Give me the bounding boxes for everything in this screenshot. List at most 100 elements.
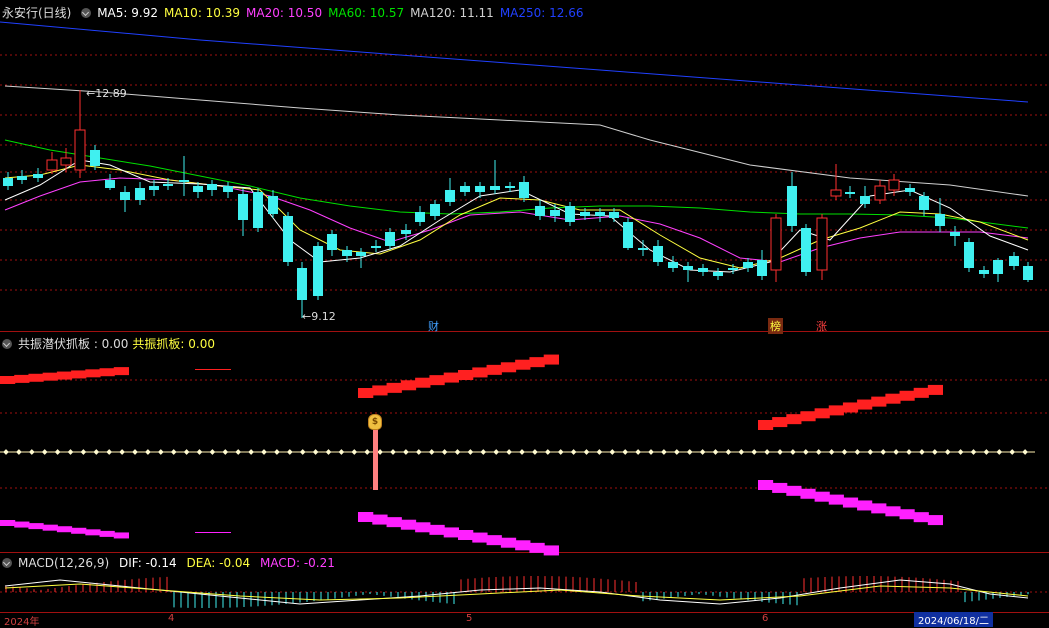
zero-dot	[970, 449, 977, 455]
signal-bar-magenta	[415, 522, 431, 533]
zero-dot	[1022, 449, 1028, 455]
candle-body	[475, 186, 485, 192]
candle-body	[757, 260, 767, 276]
signal-bar-red	[899, 390, 915, 401]
zero-dot	[364, 449, 371, 455]
signal-bar-red	[500, 362, 517, 373]
zero-dot	[170, 449, 177, 455]
signal-bar-magenta	[28, 523, 44, 530]
zero-dot	[867, 449, 874, 455]
zero-dot	[54, 449, 61, 455]
zero-dot	[699, 449, 706, 455]
candle-body	[1009, 256, 1019, 266]
signal-bar-magenta	[857, 500, 873, 511]
signal-bar-magenta	[828, 494, 844, 505]
signal-bar-red	[400, 380, 417, 391]
event-badge-limit-up[interactable]: 涨	[814, 318, 829, 334]
zero-dot	[957, 449, 964, 455]
candle-body	[919, 196, 929, 210]
zero-dot	[622, 449, 629, 455]
signal-bar-magenta	[927, 515, 943, 526]
zero-dot	[609, 449, 616, 455]
signal-bar-magenta	[772, 482, 788, 493]
candle-body	[120, 192, 130, 200]
event-badge-dragon-tiger[interactable]: 榜	[768, 318, 783, 334]
candle-body	[713, 272, 723, 276]
signal-bar-red	[443, 372, 459, 383]
signal-bar-red	[800, 411, 816, 422]
signal-bar-red	[758, 420, 774, 430]
zero-dot	[93, 449, 100, 455]
ma5-line	[4, 159, 1029, 273]
candle-body	[238, 194, 248, 220]
candle-body	[193, 186, 203, 192]
ma250-line	[0, 21, 1029, 103]
ma10-line	[4, 164, 1029, 269]
signal-bar-magenta	[195, 532, 231, 533]
zero-dot	[390, 449, 396, 455]
signal-bar-red	[113, 367, 129, 376]
zero-dot	[570, 449, 577, 455]
candle-body	[519, 182, 529, 198]
signal-bar-red	[871, 396, 887, 407]
candle-body	[888, 179, 900, 191]
zero-dot	[738, 449, 745, 455]
signal-bar-red	[814, 408, 830, 419]
event-badge-finance[interactable]: 财	[426, 318, 441, 334]
zero-dot	[557, 449, 564, 455]
kline-chart-canvas[interactable]	[0, 0, 1049, 620]
signal-bar-magenta	[800, 488, 816, 499]
signal-bar-magenta	[99, 530, 115, 537]
zero-dot	[132, 449, 138, 455]
candle-body	[283, 216, 293, 262]
candle-body	[595, 212, 605, 216]
candle-body	[950, 232, 960, 236]
date-label-year: 2024年	[4, 617, 40, 628]
date-label-month: 6	[762, 613, 769, 624]
candle-body	[580, 212, 590, 216]
zero-dot	[854, 449, 861, 455]
signal-bar-magenta	[842, 497, 859, 508]
zero-dot	[3, 449, 9, 455]
signal-bar-magenta	[472, 532, 488, 543]
signal-bar-magenta	[85, 529, 101, 536]
zero-dot	[712, 449, 719, 455]
candle-body	[770, 217, 782, 271]
candle-body	[297, 268, 307, 300]
candle-body	[623, 222, 633, 248]
candle-body	[993, 260, 1003, 274]
zero-dot	[222, 449, 229, 455]
signal-bar-magenta	[42, 524, 58, 531]
candle-body	[327, 234, 337, 250]
candle-body	[638, 248, 648, 250]
candle-body	[698, 268, 708, 272]
zero-dot	[790, 449, 796, 455]
candle-body	[268, 196, 278, 214]
zero-dot	[67, 449, 74, 455]
signal-bar-magenta	[543, 545, 559, 556]
zero-dot	[931, 449, 938, 455]
zero-dot	[1009, 449, 1016, 455]
candle-body	[313, 246, 323, 296]
signal-bar-red	[543, 354, 559, 365]
candle-body	[905, 188, 915, 192]
zero-dot	[841, 449, 848, 455]
zero-dot	[325, 449, 332, 455]
signal-bar-magenta	[458, 530, 474, 540]
signal-bar-red	[885, 393, 901, 404]
signal-bar-red	[415, 377, 431, 388]
signal-bar-magenta	[500, 537, 517, 548]
zero-dot	[312, 449, 319, 455]
zero-dot	[441, 449, 448, 455]
candle-body	[653, 246, 663, 262]
candle-body	[830, 189, 842, 197]
candle-body	[609, 212, 619, 218]
zero-dot	[919, 449, 925, 455]
zero-dot	[777, 449, 783, 455]
signal-bar-red	[42, 372, 58, 381]
signal-bar-magenta	[56, 526, 73, 533]
zero-dot	[274, 449, 280, 455]
signal-bar-magenta	[913, 512, 929, 523]
candle-body	[801, 228, 811, 272]
money-bag-icon[interactable]: $	[368, 414, 382, 430]
